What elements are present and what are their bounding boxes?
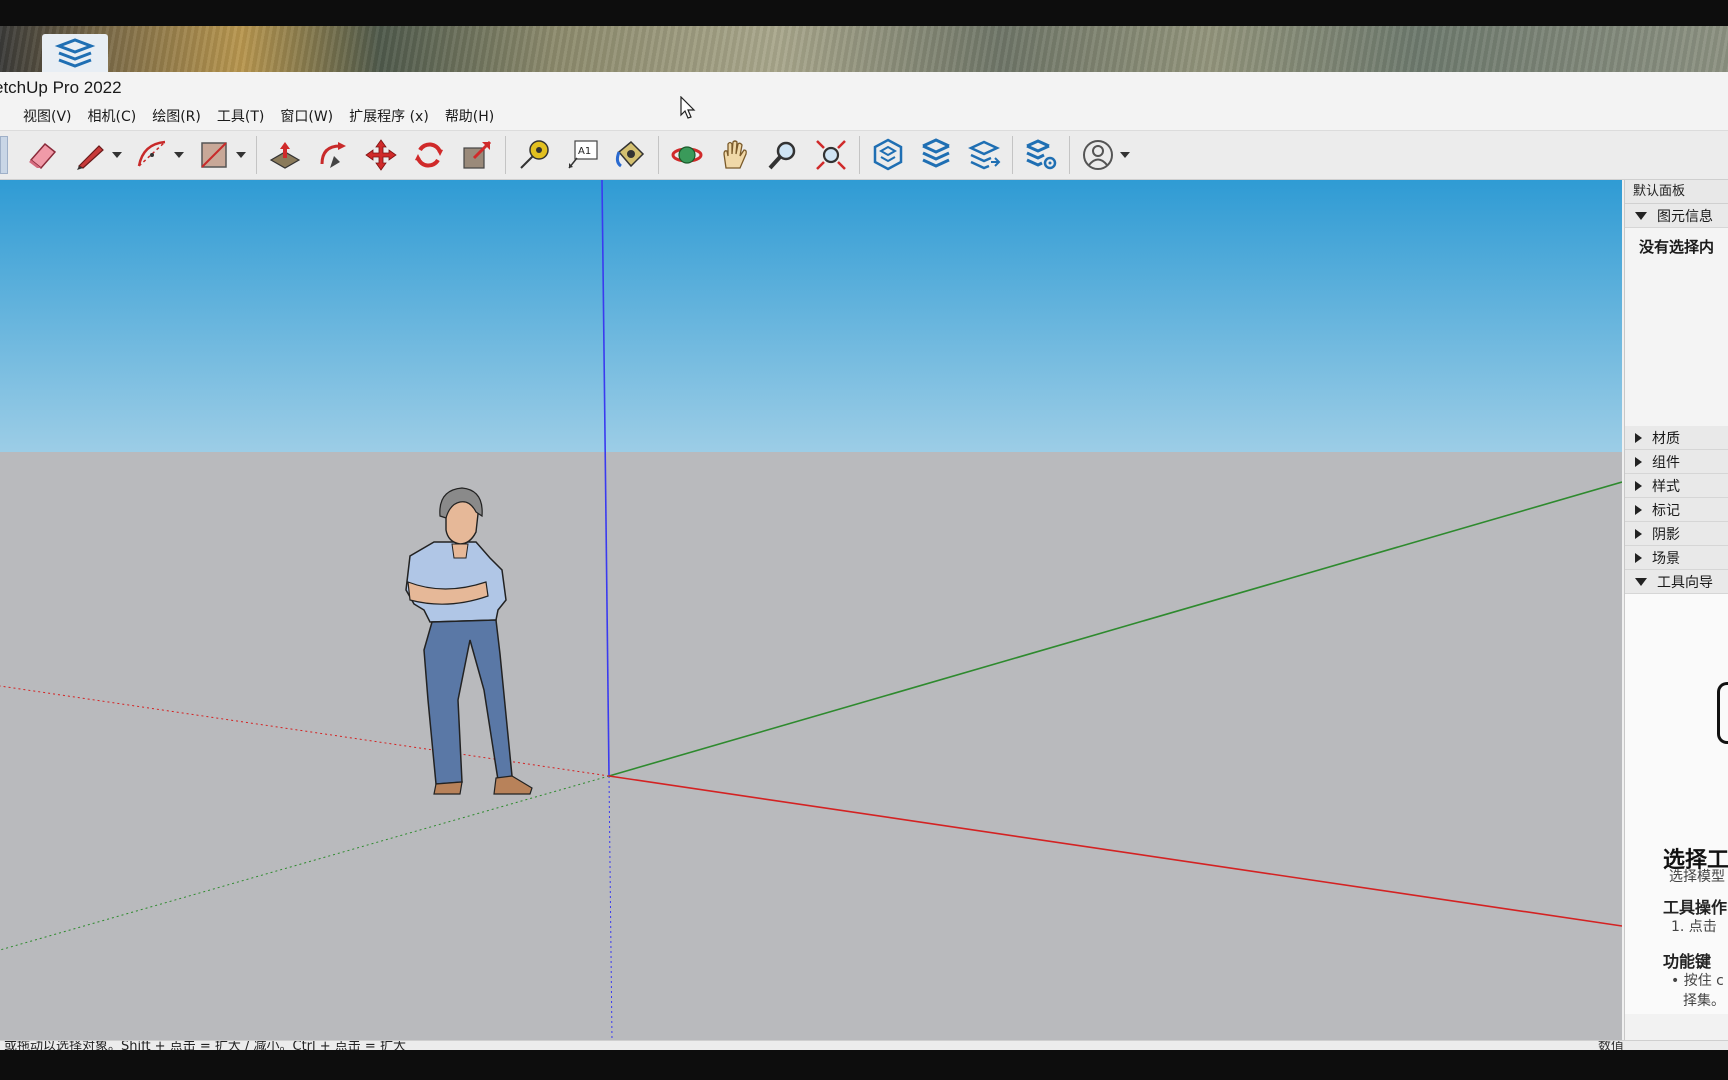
section-label: 场景 xyxy=(1652,550,1680,567)
menu-tools[interactable]: 工具(T) xyxy=(209,104,272,130)
section-label: 标记 xyxy=(1652,502,1680,519)
tray-title: 默认面板 xyxy=(1625,180,1728,204)
pencil-line-icon[interactable] xyxy=(70,135,110,175)
ground xyxy=(0,452,1622,1040)
tray-section-shadows[interactable]: 阴影 xyxy=(1625,522,1728,546)
section-label: 材质 xyxy=(1652,430,1680,447)
toolbar-separator xyxy=(1012,136,1013,174)
text-label-icon[interactable]: A1 xyxy=(562,135,602,175)
select-tool-illustration xyxy=(1717,682,1728,744)
instructor-body: 选择工 选择模型 工具操作 1. 点击 功能键 • 按住 c 择集。 xyxy=(1625,594,1728,1014)
tray-section-instructor[interactable]: 工具向导 xyxy=(1625,570,1728,594)
select-tool-stub[interactable] xyxy=(0,136,8,174)
zoom-icon[interactable] xyxy=(763,135,803,175)
user-account-icon[interactable] xyxy=(1078,135,1118,175)
section-label: 组件 xyxy=(1652,454,1680,471)
arc-tools-dropdown[interactable] xyxy=(172,135,186,175)
section-label: 工具向导 xyxy=(1657,574,1713,591)
tray-section-materials[interactable]: 材质 xyxy=(1625,426,1728,450)
desktop-wallpaper xyxy=(0,26,1728,72)
layers-logo-icon xyxy=(54,38,96,68)
model-viewport[interactable] xyxy=(0,180,1622,1040)
tray-section-scenes[interactable]: 场景 xyxy=(1625,546,1728,570)
menu-extensions[interactable]: 扩展程序 (x) xyxy=(341,104,437,130)
toolbar-separator xyxy=(658,136,659,174)
collapse-triangle-icon xyxy=(1635,211,1647,220)
menu-help[interactable]: 帮助(H) xyxy=(437,104,502,130)
menu-bar: 视图(V) 相机(C) 绘图(R) 工具(T) 窗口(W) 扩展程序 (x) 帮… xyxy=(0,104,1728,130)
tool-operation-step: 1. 点击 xyxy=(1671,919,1717,935)
default-tray: 默认面板 图元信息 没有选择内 材质 组件 样式 标记 阴影 场景 工具向导 选… xyxy=(1624,180,1728,1040)
paint-bucket-icon[interactable] xyxy=(610,135,650,175)
modifier-keys-item-cont: 择集。 xyxy=(1683,993,1725,1009)
screen: etchUp Pro 2022 视图(V) 相机(C) 绘图(R) 工具(T) … xyxy=(0,0,1728,1080)
move-icon[interactable] xyxy=(361,135,401,175)
desktop-app-icon[interactable] xyxy=(42,34,108,74)
shape-tools-dropdown[interactable] xyxy=(234,135,248,175)
account-dropdown[interactable] xyxy=(1118,135,1132,175)
tray-section-components[interactable]: 组件 xyxy=(1625,450,1728,474)
extension-manager-icon[interactable] xyxy=(1021,135,1061,175)
tape-measure-icon[interactable] xyxy=(514,135,554,175)
extension-warehouse-icon[interactable] xyxy=(916,135,956,175)
follow-me-icon[interactable] xyxy=(313,135,353,175)
push-pull-icon[interactable] xyxy=(265,135,305,175)
expand-triangle-icon xyxy=(1635,456,1642,467)
no-selection-text: 没有选择内 xyxy=(1639,238,1715,256)
tray-section-styles[interactable]: 样式 xyxy=(1625,474,1728,498)
toolbar-separator xyxy=(256,136,257,174)
arc-icon[interactable] xyxy=(132,135,172,175)
orbit-icon[interactable] xyxy=(667,135,707,175)
sky xyxy=(0,180,1622,452)
status-hint: 或拖动以选择对象。Shift + 点击 = 扩大 / 减小。Ctrl + 点击 … xyxy=(4,1040,406,1050)
rectangle-icon[interactable] xyxy=(194,135,234,175)
menu-camera[interactable]: 相机(C) xyxy=(80,104,145,130)
tool-operation-heading: 工具操作 xyxy=(1663,898,1728,917)
entity-info-body: 没有选择内 xyxy=(1625,228,1728,426)
tray-section-entity-info[interactable]: 图元信息 xyxy=(1625,204,1728,228)
expand-triangle-icon xyxy=(1635,528,1642,539)
text-tool-glyph: A1 xyxy=(578,146,591,157)
window-title: etchUp Pro 2022 xyxy=(0,78,122,97)
title-bar: etchUp Pro 2022 xyxy=(0,72,1728,104)
sketchup-window: etchUp Pro 2022 视图(V) 相机(C) 绘图(R) 工具(T) … xyxy=(0,72,1728,1050)
layers-share-icon[interactable] xyxy=(964,135,1004,175)
section-label: 样式 xyxy=(1652,478,1680,495)
expand-triangle-icon xyxy=(1635,552,1642,563)
toolbar-separator xyxy=(1069,136,1070,174)
entity-info-label: 图元信息 xyxy=(1657,208,1713,225)
menu-window[interactable]: 窗口(W) xyxy=(272,104,341,130)
zoom-extents-icon[interactable] xyxy=(811,135,851,175)
menu-draw[interactable]: 绘图(R) xyxy=(144,104,209,130)
main-toolbar: A1 xyxy=(0,130,1728,180)
tray-section-tags[interactable]: 标记 xyxy=(1625,498,1728,522)
scale-icon[interactable] xyxy=(457,135,497,175)
toolbar-separator xyxy=(859,136,860,174)
expand-triangle-icon xyxy=(1635,480,1642,491)
section-label: 阴影 xyxy=(1652,526,1680,543)
measurements-label: 数值 xyxy=(1598,1040,1625,1050)
warehouse-icon[interactable] xyxy=(868,135,908,175)
menu-view[interactable]: 视图(V) xyxy=(15,104,80,130)
rotate-icon[interactable] xyxy=(409,135,449,175)
status-bar: 或拖动以选择对象。Shift + 点击 = 扩大 / 减小。Ctrl + 点击 … xyxy=(0,1040,1728,1050)
mouse-cursor-icon xyxy=(680,96,696,119)
expand-triangle-icon xyxy=(1635,432,1642,443)
toolbar-separator xyxy=(505,136,506,174)
modifier-keys-heading: 功能键 xyxy=(1663,952,1712,971)
modifier-keys-item: • 按住 c xyxy=(1671,973,1724,989)
pan-hand-icon[interactable] xyxy=(715,135,755,175)
collapse-triangle-icon xyxy=(1635,577,1647,586)
instructor-subtitle: 选择模型 xyxy=(1669,869,1725,885)
3d-scene xyxy=(0,180,1622,1040)
eraser-icon[interactable] xyxy=(22,135,62,175)
expand-triangle-icon xyxy=(1635,504,1642,515)
line-tools-dropdown[interactable] xyxy=(110,135,124,175)
